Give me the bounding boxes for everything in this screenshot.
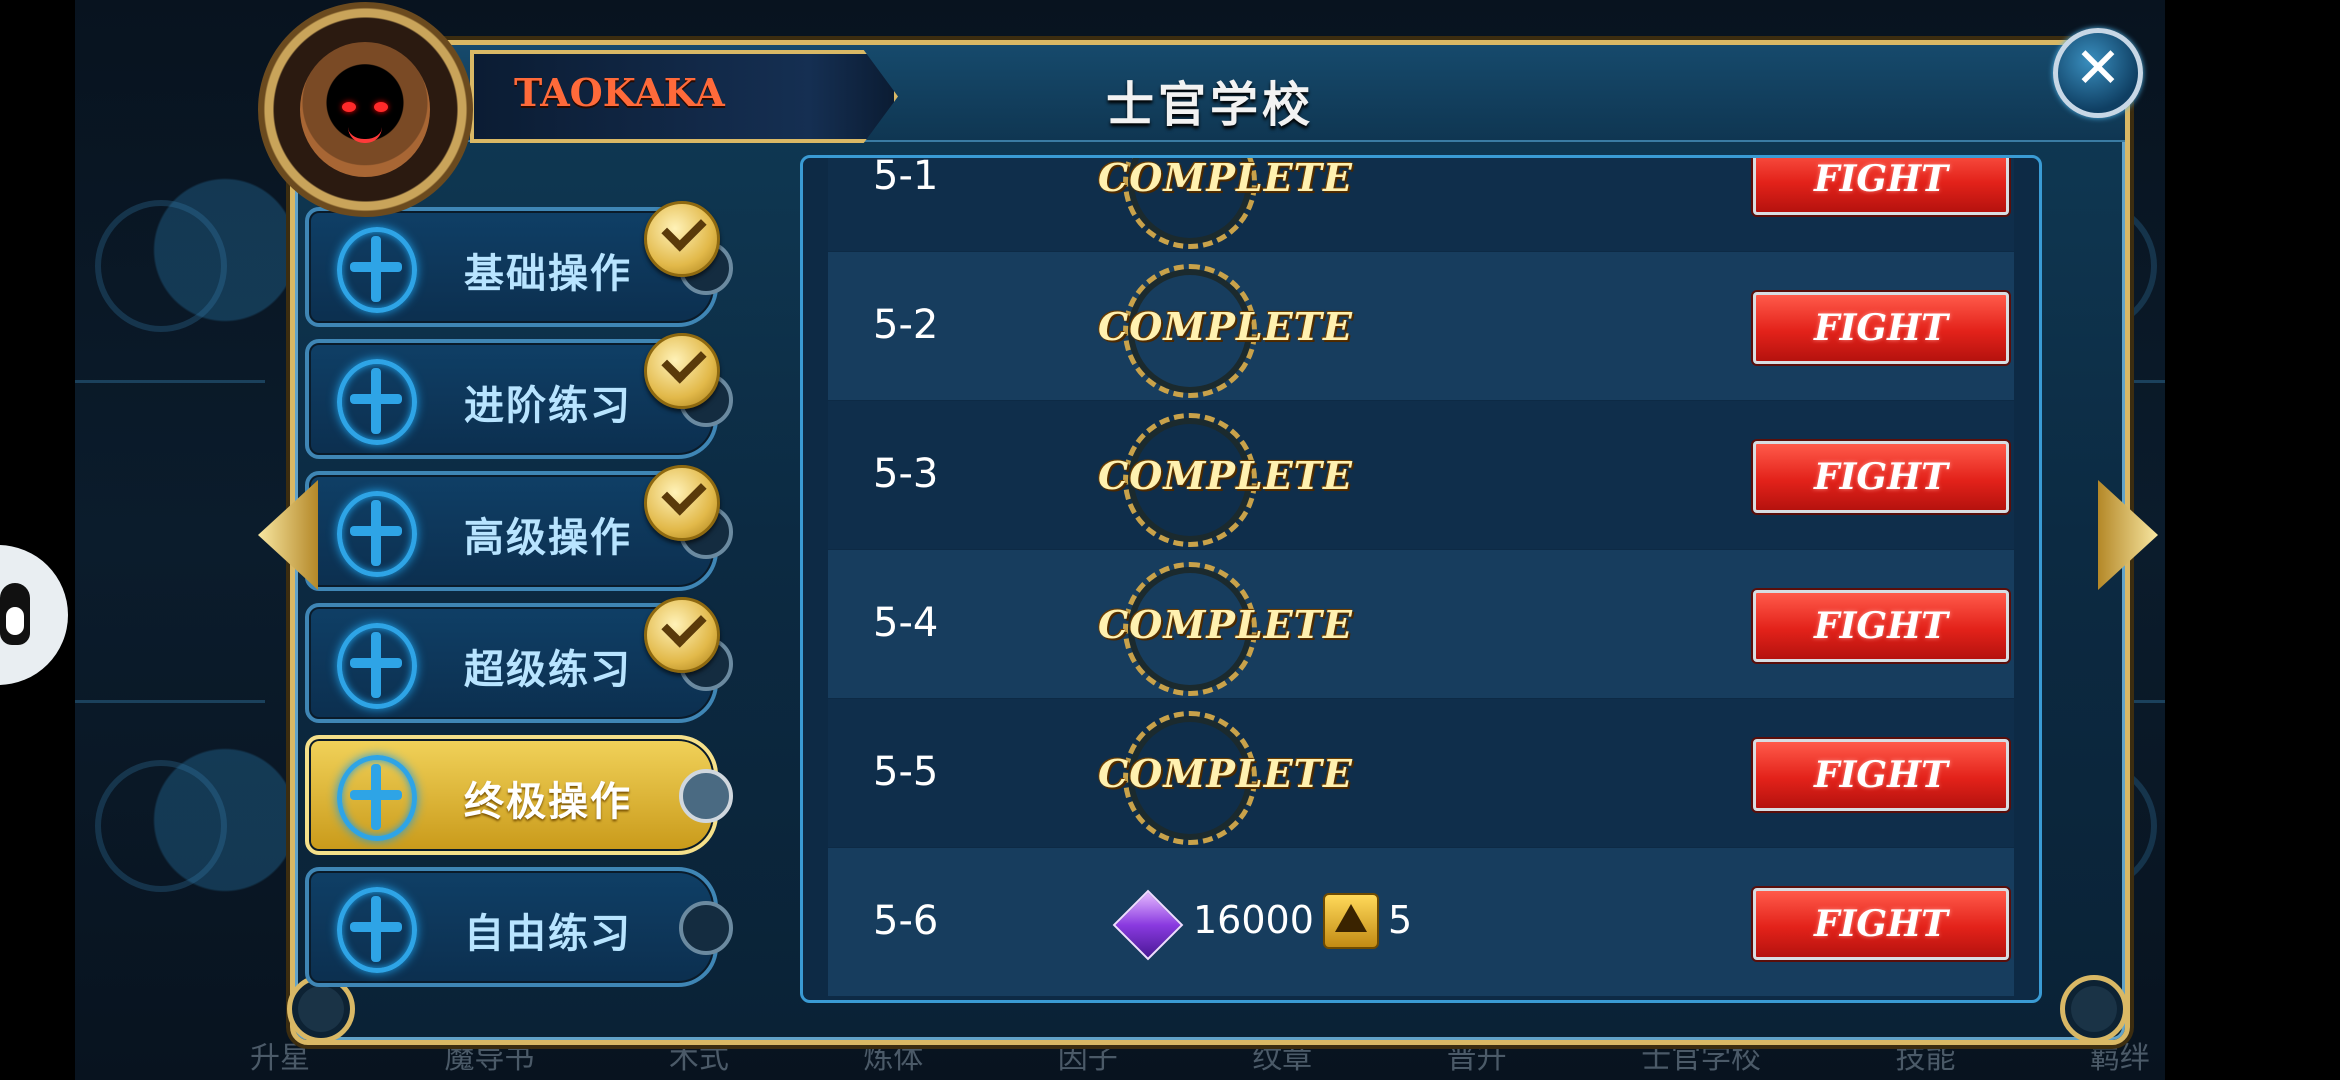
reward-gem-amount: 16000 [1193, 898, 1314, 942]
stage-row: 5-5 COMPLETE FIGHT [828, 699, 2014, 847]
menu-item-label: 超级练习 [464, 647, 632, 693]
qq-penguin-icon [0, 583, 30, 645]
corner-ornament-icon [2060, 975, 2128, 1043]
close-button[interactable]: ✕ [2053, 28, 2143, 118]
background-circuit-line [75, 700, 265, 703]
menu-item-advanced-practice[interactable]: 进阶练习 [305, 333, 733, 459]
avatar[interactable] [258, 2, 473, 217]
stage-number: 5-5 [873, 749, 939, 795]
completed-check-icon [644, 465, 720, 541]
trident-emblem-icon [337, 623, 417, 709]
fight-label: FIGHT [1814, 754, 1948, 796]
player-name-banner: TAOKAKA [470, 50, 898, 143]
menu-item-label: 进阶练习 [464, 383, 632, 429]
gold-token-icon [1323, 893, 1379, 949]
background-circuit-line [75, 380, 265, 383]
fight-label: FIGHT [1814, 605, 1948, 647]
stage-row: 5-3 COMPLETE FIGHT [828, 401, 2014, 549]
stage-number: 5-3 [873, 451, 939, 497]
stage-number: 5-4 [873, 600, 939, 646]
qq-floating-button[interactable] [0, 545, 68, 685]
menu-item-basic-operation[interactable]: 基础操作 [305, 201, 733, 327]
crossed-swords-icon [337, 359, 417, 445]
complete-label: COMPLETE [1098, 453, 1353, 498]
menu-item-label: 基础操作 [464, 251, 632, 297]
menu-item-label: 高级操作 [464, 515, 632, 561]
complete-label: COMPLETE [1098, 304, 1353, 349]
complete-label: COMPLETE [1098, 602, 1353, 647]
fighter-pose-icon [337, 887, 417, 973]
stage-row: 5-1 COMPLETE FIGHT [828, 155, 2014, 251]
avatar-eye [342, 102, 356, 112]
menu-knob-icon [679, 901, 733, 955]
avatar-portrait-icon [300, 42, 430, 177]
complete-label: COMPLETE [1098, 751, 1353, 796]
stage-row: 5-6 16000 5 FIGHT [828, 848, 2014, 996]
fight-button[interactable]: FIGHT [1753, 888, 2009, 960]
stage-row: 5-4 COMPLETE FIGHT [828, 550, 2014, 698]
menu-item-ultimate-operation[interactable]: 终极操作 [305, 735, 733, 855]
menu-item-free-practice[interactable]: 自由练习 [305, 867, 733, 987]
fight-button[interactable]: FIGHT [1753, 292, 2009, 364]
menu-item-label: 自由练习 [464, 911, 632, 957]
stage-list[interactable]: 5-1 COMPLETE FIGHT 5-2 COMPLETE FIGHT 5-… [800, 155, 2042, 1003]
fight-label: FIGHT [1814, 456, 1948, 498]
stage-number: 5-2 [873, 302, 939, 348]
completed-check-icon [644, 201, 720, 277]
menu-item-label: 终极操作 [464, 779, 632, 825]
avatar-eye [374, 102, 388, 112]
avatar-mouth [348, 127, 382, 143]
close-icon: ✕ [2074, 36, 2122, 101]
fight-button[interactable]: FIGHT [1753, 739, 2009, 811]
background-ring [95, 200, 227, 332]
sword-emblem-icon [337, 227, 417, 313]
complete-label: COMPLETE [1098, 155, 1353, 200]
stage-row: 5-2 COMPLETE FIGHT [828, 252, 2014, 400]
reward-token-amount: 5 [1388, 898, 1413, 942]
menu-knob-icon [679, 769, 733, 823]
background-ring [95, 760, 227, 892]
menu-item-super-practice[interactable]: 超级练习 [305, 597, 733, 723]
completed-check-icon [644, 333, 720, 409]
fight-button[interactable]: FIGHT [1753, 590, 2009, 662]
stage-number: 5-1 [873, 155, 939, 199]
fight-label: FIGHT [1814, 903, 1948, 945]
completed-check-icon [644, 597, 720, 673]
stage-number: 5-6 [873, 898, 939, 944]
purple-gem-icon [1112, 889, 1184, 961]
shield-emblem-icon [337, 491, 417, 577]
fight-label: FIGHT [1814, 158, 1948, 200]
fight-label: FIGHT [1814, 307, 1948, 349]
menu-item-senior-operation[interactable]: 高级操作 [305, 465, 733, 591]
ornate-sword-icon [337, 755, 417, 841]
fight-button[interactable]: FIGHT [1753, 441, 2009, 513]
fight-button[interactable]: FIGHT [1753, 158, 2009, 215]
player-name: TAOKAKA [514, 70, 725, 115]
